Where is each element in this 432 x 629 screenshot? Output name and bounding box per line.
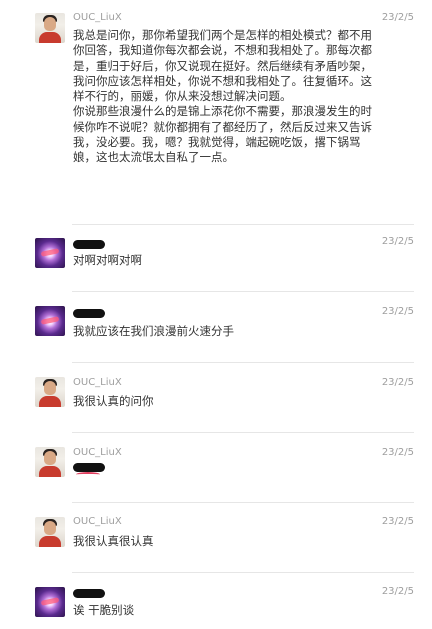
sender-name[interactable]: OUC_LiuX	[73, 377, 122, 388]
message-text: 我总是问你，那你希望我们两个是怎样的相处模式？都不用你回答，我知道你每次都会说，…	[73, 28, 372, 165]
message-thread: OUC_LiuX 23/2/5 我总是问你，那你希望我们两个是怎样的相处模式？都…	[0, 0, 432, 629]
message-text: 我很认真很认真	[73, 534, 154, 548]
avatar[interactable]	[35, 306, 65, 336]
divider	[72, 224, 414, 225]
message-date: 23/2/5	[381, 236, 414, 247]
avatar[interactable]	[35, 587, 65, 617]
message-date: 23/2/5	[381, 516, 414, 527]
sender-name[interactable]: OUC_LiuX	[73, 447, 122, 458]
divider	[72, 572, 414, 573]
message-date: 23/2/5	[381, 377, 414, 388]
message-date: 23/2/5	[381, 306, 414, 317]
avatar[interactable]	[35, 447, 65, 477]
avatar[interactable]	[35, 13, 65, 43]
divider	[72, 502, 414, 503]
message-text: 我很认真的问你	[73, 394, 154, 408]
redacted-sender-name	[73, 589, 105, 598]
message-text: 诶 干脆别谈	[73, 603, 135, 617]
divider	[72, 432, 414, 433]
divider	[72, 362, 414, 363]
redacted-mark	[76, 472, 100, 477]
redacted-content	[73, 463, 105, 472]
message-text: 我就应该在我们浪漫前火速分手	[73, 324, 234, 338]
avatar[interactable]	[35, 238, 65, 268]
redacted-sender-name	[73, 240, 105, 249]
message-date: 23/2/5	[381, 12, 414, 23]
message-date: 23/2/5	[381, 586, 414, 597]
redacted-sender-name	[73, 309, 105, 318]
message-text: 对啊对啊对啊	[73, 253, 142, 267]
sender-name[interactable]: OUC_LiuX	[73, 516, 122, 527]
avatar[interactable]	[35, 517, 65, 547]
divider	[72, 291, 414, 292]
avatar[interactable]	[35, 377, 65, 407]
message-date: 23/2/5	[381, 447, 414, 458]
sender-name[interactable]: OUC_LiuX	[73, 12, 122, 23]
